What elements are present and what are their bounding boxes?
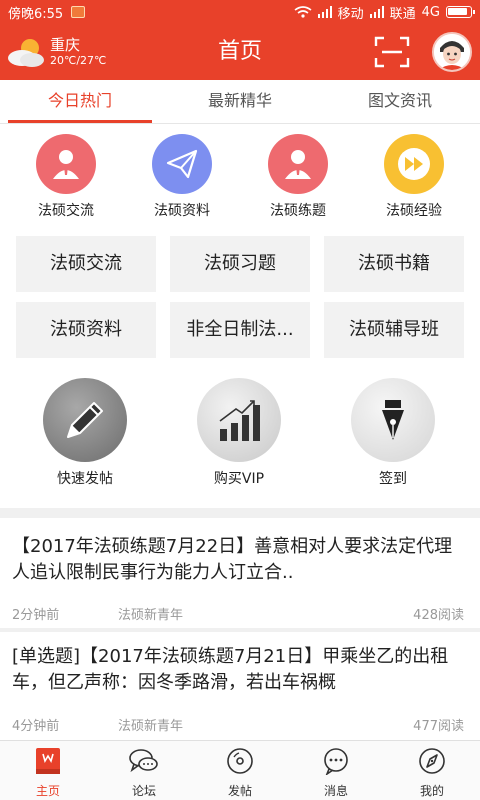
person-icon [268,134,328,194]
news-source: 法硕新青年 [118,719,184,734]
news-item[interactable]: 【2017年法硕练题7月22日】善意相对人要求法定代理人追认限制民事行为能力人订… [0,534,480,586]
news-source: 法硕新青年 [118,608,184,623]
news-meta: 2分钟前 法硕新青年 428阅读 [12,604,468,623]
network-type: 4G [421,4,440,20]
app-header: 重庆 20℃/27℃ 首页 [0,24,480,80]
quick-icon-row: 法硕交流 法硕资料 法硕练题 法硕经验 [0,134,480,226]
tab-today-hot[interactable]: 今日热门 [0,80,160,123]
check-in-button[interactable]: 签到 [316,378,470,496]
nav-label: 论坛 [131,784,156,798]
top-tabs: 今日热门 最新精华 图文资讯 [0,80,480,124]
nav-label: 我的 [419,784,444,798]
category-button[interactable]: 法硕书籍 [324,236,464,292]
quick-item-experience[interactable]: 法硕经验 [356,134,472,226]
user-avatar-icon [434,34,470,70]
nav-mine[interactable]: 我的 [384,741,480,800]
carrier-2: 联通 [389,6,416,22]
action-row: 快速发帖 购买VIP 签到 [0,378,480,496]
category-button[interactable]: 法硕辅导班 [324,302,464,358]
person-icon [36,134,96,194]
signal-icon [317,6,332,18]
quick-item-label: 法硕交流 [38,203,94,219]
fountain-pen-icon [351,378,435,462]
quick-post-button[interactable]: 快速发帖 [8,378,162,496]
battery-icon [446,6,475,18]
tab-latest-essence[interactable]: 最新精华 [160,80,320,123]
app-screen: 傍晚6:55 移动 联通 4G 重庆 20℃/27℃ 首页 今日热门 最新精华 … [0,0,480,800]
fast-forward-icon [384,134,444,194]
category-button[interactable]: 法硕交流 [16,236,156,292]
carrier-1: 移动 [337,6,364,22]
status-bar: 傍晚6:55 移动 联通 4G [0,0,480,24]
news-reads: 477阅读 [413,719,464,734]
message-icon [324,748,348,777]
book-icon [36,748,60,774]
wifi-icon [294,6,312,18]
news-time: 4分钟前 [12,719,60,734]
quick-item-label: 法硕练题 [270,203,326,219]
disc-icon [227,748,253,774]
buy-vip-button[interactable]: 购买VIP [162,378,316,496]
tab-picture-news[interactable]: 图文资讯 [320,80,480,123]
quick-item-label: 法硕经验 [386,203,442,219]
action-label: 签到 [379,471,407,487]
news-meta: 4分钟前 法硕新青年 477阅读 [12,715,468,734]
bar-chart-icon [197,378,281,462]
quick-item-exchange[interactable]: 法硕交流 [8,134,124,226]
nav-label: 发帖 [227,784,252,798]
chat-bubbles-icon [129,749,158,773]
action-label: 购买VIP [213,471,265,487]
notification-icon [71,6,86,18]
compass-icon [419,748,445,774]
quick-item-materials[interactable]: 法硕资料 [124,134,240,226]
nav-home[interactable]: 主页 [0,741,96,800]
category-grid: 法硕交流 法硕习题 法硕书籍 法硕资料 非全日制法... 法硕辅导班 [16,236,464,358]
news-reads: 428阅读 [413,608,464,623]
nav-post[interactable]: 发帖 [192,741,288,800]
news-title: 【2017年法硕练题7月22日】善意相对人要求法定代理人追认限制民事行为能力人订… [12,536,453,583]
quick-item-practice[interactable]: 法硕练题 [240,134,356,226]
paper-plane-icon [152,134,212,194]
avatar[interactable] [432,32,472,72]
nav-label: 主页 [35,784,60,798]
bottom-nav: 主页 论坛 发帖 消息 我的 [0,740,480,800]
news-separator [0,628,480,632]
news-title: [单选题]【2017年法硕练题7月21日】甲乘坐乙的出租车，但乙声称：因冬季路滑… [12,646,449,693]
news-time: 2分钟前 [12,608,60,623]
status-time: 傍晚6:55 [8,6,64,22]
nav-messages[interactable]: 消息 [288,741,384,800]
category-button[interactable]: 非全日制法... [170,302,310,358]
section-divider [0,508,480,518]
pencil-icon [43,378,127,462]
action-label: 快速发帖 [57,471,113,487]
category-button[interactable]: 法硕习题 [170,236,310,292]
quick-item-label: 法硕资料 [154,203,210,219]
scan-qr-icon[interactable] [374,36,410,68]
nav-forum[interactable]: 论坛 [96,741,192,800]
news-item[interactable]: [单选题]【2017年法硕练题7月21日】甲乘坐乙的出租车，但乙声称：因冬季路滑… [0,644,480,696]
signal-icon [369,6,384,18]
nav-label: 消息 [323,784,348,798]
category-button[interactable]: 法硕资料 [16,302,156,358]
